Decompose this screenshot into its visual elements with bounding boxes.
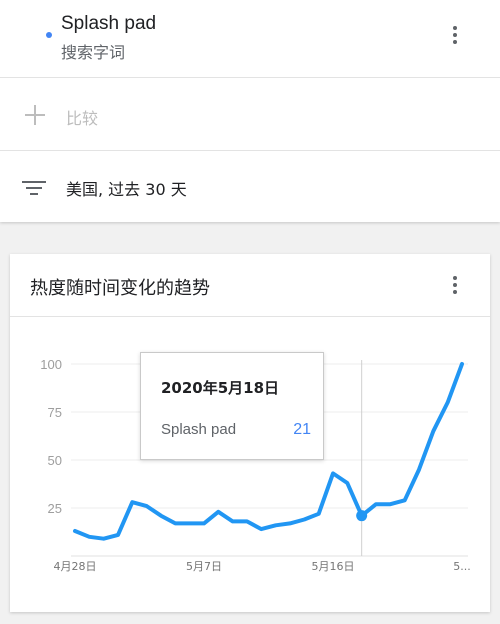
filter-row[interactable]: 美国, 过去 30 天	[0, 152, 500, 222]
compare-label: 比较	[66, 109, 99, 128]
search-term-row[interactable]: Splash pad 搜索字词	[0, 0, 500, 78]
y-tick-label: 75	[48, 405, 62, 420]
filter-icon	[22, 179, 46, 197]
series-color-dot	[46, 32, 52, 38]
x-tick-label: 5月7日	[186, 560, 222, 573]
x-tick-label: 5...	[453, 560, 471, 573]
compare-row[interactable]: 比较	[0, 79, 500, 151]
filter-label: 美国, 过去 30 天	[66, 180, 187, 199]
search-term-type: 搜索字词	[61, 43, 126, 62]
y-tick-label: 100	[40, 357, 62, 372]
y-tick-label: 25	[48, 501, 62, 516]
more-vert-icon[interactable]	[443, 23, 467, 47]
highlight-point	[356, 510, 368, 522]
y-tick-label: 50	[48, 453, 62, 468]
x-tick-label: 4月28日	[54, 560, 97, 573]
interest-over-time-card: 热度随时间变化的趋势 25 50 75 100 4月28日 5月7日 5月16日 5... 2…	[10, 254, 490, 612]
search-term-card: Splash pad 搜索字词 比较 美国, 过去 30 天	[0, 0, 500, 222]
tooltip-value: 21	[293, 421, 311, 438]
chart-tooltip: 2020年5月18日 Splash pad 21	[140, 352, 324, 460]
search-term-name: Splash pad	[61, 13, 157, 34]
x-tick-label: 5月16日	[312, 560, 355, 573]
add-icon	[24, 104, 46, 126]
tooltip-series-name: Splash pad	[161, 421, 237, 438]
tooltip-date: 2020年5月18日	[161, 379, 280, 397]
